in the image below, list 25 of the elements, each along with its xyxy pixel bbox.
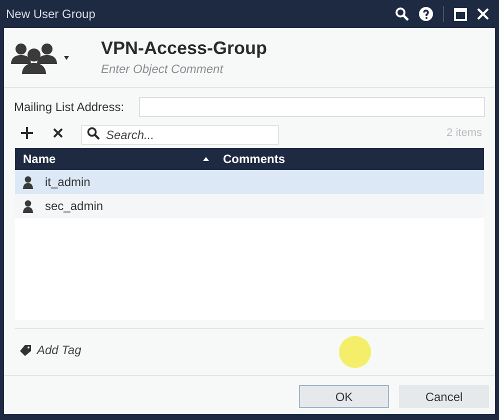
search-icon[interactable] xyxy=(395,7,409,21)
comment-field[interactable]: Enter Object Comment xyxy=(101,60,301,78)
mailing-list-input[interactable] xyxy=(139,97,485,117)
column-header[interactable]: Comments xyxy=(215,150,484,168)
add-icon[interactable] xyxy=(21,127,33,139)
help-icon[interactable] xyxy=(419,7,433,21)
dialog-button[interactable]: Cancel xyxy=(399,385,489,408)
search-field[interactable]: Search... xyxy=(81,125,279,145)
maximize-icon[interactable] xyxy=(454,8,467,20)
user-icon xyxy=(23,200,33,212)
item-count: 2 items xyxy=(446,126,483,141)
close-icon[interactable] xyxy=(477,8,489,20)
user-icon xyxy=(23,176,33,188)
search-icon xyxy=(87,127,100,140)
dialog-button[interactable]: OK xyxy=(299,385,389,408)
caret-icon xyxy=(64,56,69,60)
column-header[interactable]: Name xyxy=(15,150,215,168)
table-row[interactable]: it_admin xyxy=(15,170,484,194)
field-label: Mailing List Address: xyxy=(14,99,126,116)
table-row[interactable]: sec_admin xyxy=(15,194,484,218)
delete-icon[interactable] xyxy=(53,128,63,138)
add-tag-link[interactable]: Add Tag xyxy=(20,341,82,359)
group-name[interactable]: VPN-Access-Group xyxy=(101,37,301,59)
tag-icon xyxy=(20,344,31,356)
window-title: New User Group xyxy=(6,6,96,23)
